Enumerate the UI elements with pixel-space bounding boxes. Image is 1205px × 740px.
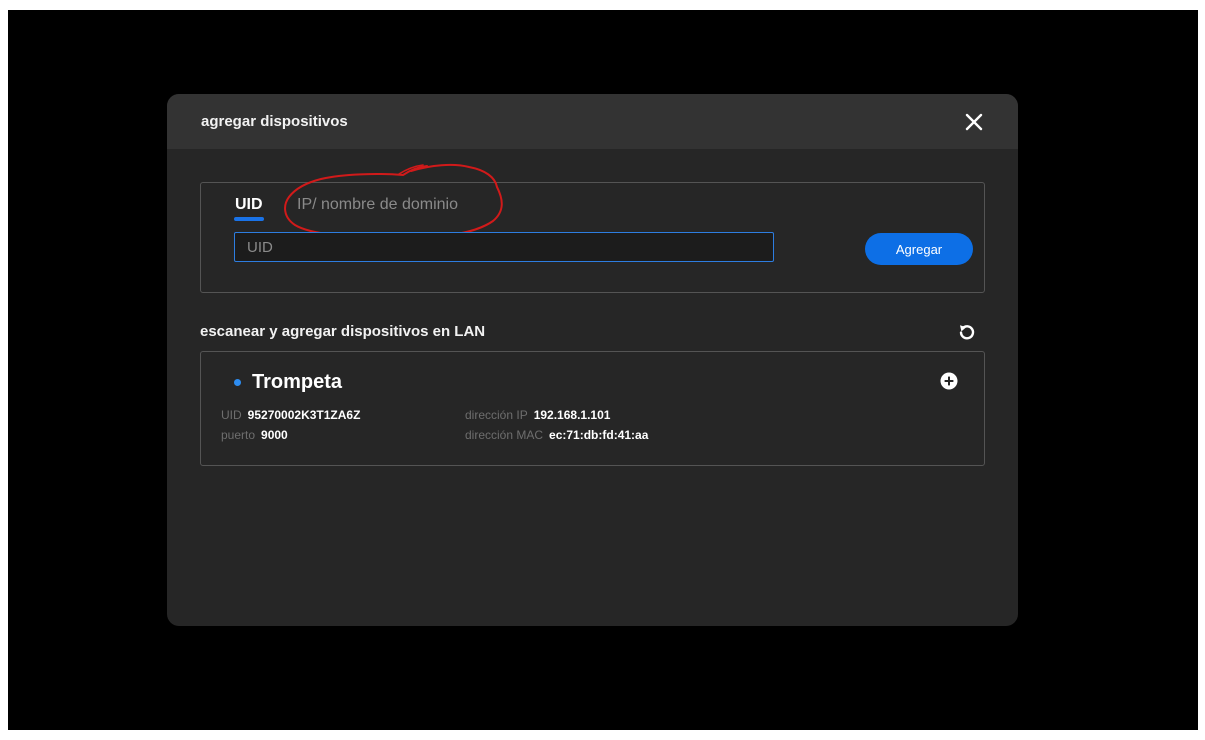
refresh-button[interactable] [958,323,976,341]
device-port: puerto 9000 [221,428,288,442]
device-mac: dirección MAC ec:71:db:fd:41:aa [465,428,648,442]
add-device-button[interactable] [940,372,958,390]
device-name: Trompeta [252,371,343,393]
tab-ip-domain[interactable]: IP/ nombre de dominio [297,196,458,214]
device-mac-label: dirección MAC [465,428,544,442]
active-tab-indicator [234,217,264,221]
device-ip-label: dirección IP [465,408,528,422]
add-by-id-panel: UID IP/ nombre de dominio Agregar [200,163,985,293]
close-icon [965,113,983,131]
lan-section-title: escanear y agregar dispositivos en LAN [200,323,486,340]
app-screen: agregar dispositivos UID IP/ nombre de d… [8,10,1198,730]
add-devices-dialog: agregar dispositivos UID IP/ nombre de d… [167,94,1018,626]
device-port-label: puerto [221,428,256,442]
dialog-header: agregar dispositivos [167,94,1018,149]
dialog-title: agregar dispositivos [201,113,348,130]
device-uid-value: 95270002K3T1ZA6Z [247,408,361,422]
tab-uid[interactable]: UID [235,196,263,214]
plus-circle-icon [940,372,958,390]
device-ip-value: 192.168.1.101 [533,408,611,422]
uid-input[interactable] [234,232,774,262]
agregar-button[interactable]: Agregar [865,233,973,265]
device-uid: UID 95270002K3T1ZA6Z [221,408,360,422]
device-ip: dirección IP 192.168.1.101 [465,408,610,422]
device-mac-value: ec:71:db:fd:41:aa [549,428,649,442]
device-uid-label: UID [221,408,242,422]
close-button[interactable] [963,111,985,133]
device-port-value: 9000 [261,428,288,442]
status-dot-icon [234,379,241,386]
device-card[interactable]: Trompeta UID 95270002K3T1ZA6Z puerto 9000 … [200,351,985,466]
refresh-icon [959,325,975,340]
